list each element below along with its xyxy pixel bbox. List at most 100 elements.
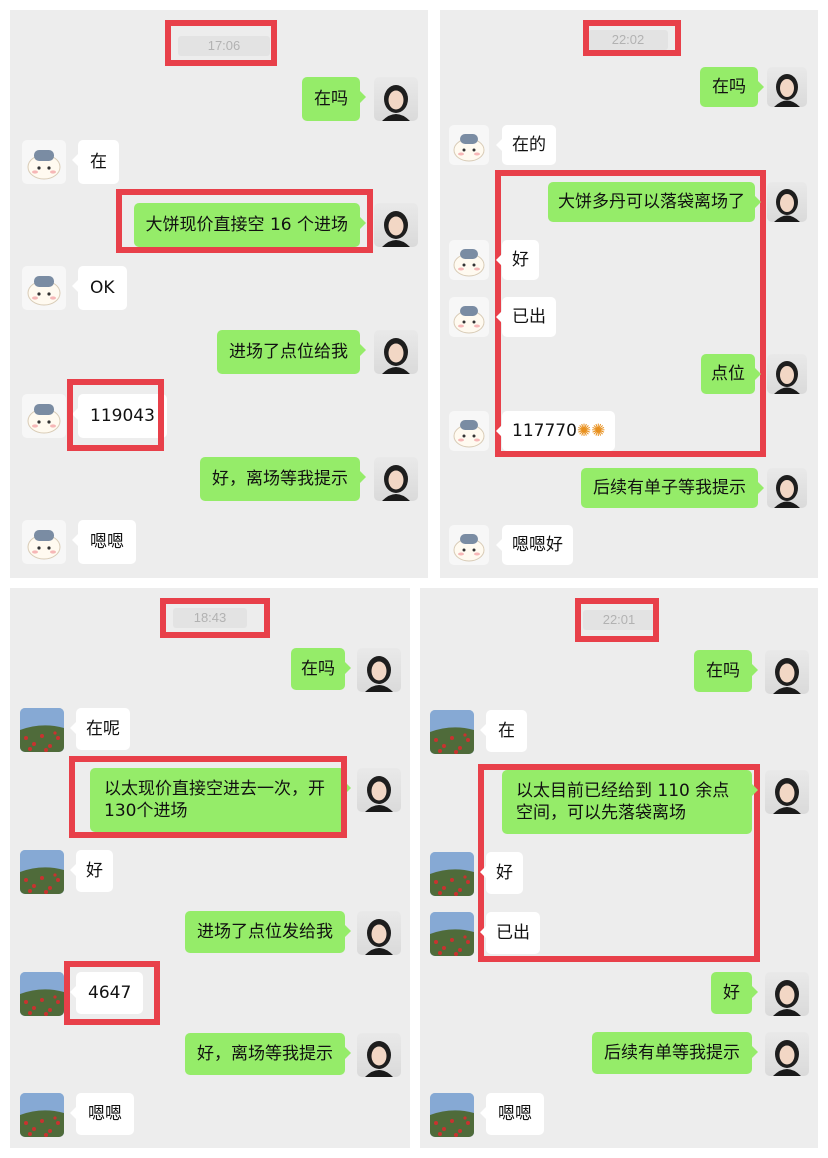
contact-avatar[interactable] [20, 708, 64, 752]
contact-avatar[interactable] [20, 972, 64, 1016]
portrait-icon [773, 658, 801, 694]
my-avatar[interactable] [767, 182, 807, 222]
message-bubble-sent[interactable]: 后续有单子等我提示 [581, 468, 764, 508]
message-bubble-sent[interactable]: 后续有单等我提示 [592, 1032, 758, 1074]
my-avatar[interactable] [374, 77, 418, 121]
timestamp-highlight [583, 20, 681, 56]
message-bubble-received[interactable]: 嗯嗯 [72, 520, 136, 564]
sheep-icon [27, 404, 61, 434]
flower-field-icon [430, 912, 474, 956]
sheep-icon [453, 306, 485, 334]
contact-avatar[interactable] [449, 297, 489, 337]
portrait-icon [382, 211, 410, 247]
sheep-icon [453, 534, 485, 562]
message-bubble-sent[interactable]: 好 [711, 972, 758, 1014]
contact-avatar[interactable] [430, 852, 474, 896]
flower-field-icon [20, 1093, 64, 1137]
message-bubble-received[interactable]: 117770✺✺ [495, 411, 616, 451]
sheep-icon [27, 530, 61, 560]
message-bubble-received[interactable]: 已出 [480, 912, 540, 954]
my-avatar[interactable] [374, 203, 418, 247]
my-avatar[interactable] [374, 330, 418, 374]
sun-emoji-icon: ✺✺ [576, 421, 606, 441]
chat-panel-1: 17:06 在吗 在 大饼现价直接空 16 个进场 OK 进场了点位给我 119… [10, 10, 428, 578]
portrait-icon [365, 656, 393, 692]
message-bubble-received[interactable]: 好 [496, 240, 539, 280]
message-bubble-sent[interactable]: 好，离场等我提示 [200, 457, 366, 501]
portrait-icon [773, 1040, 801, 1076]
message-bubble-received[interactable]: 已出 [496, 297, 556, 337]
message-bubble-received[interactable]: 嗯嗯好 [496, 525, 573, 565]
message-bubble-sent[interactable]: 在吗 [700, 67, 764, 107]
message-bubble-received[interactable]: 在呢 [70, 708, 130, 750]
message-bubble-sent[interactable]: 以太目前已经给到 110 余点空间，可以先落袋离场 [502, 770, 758, 834]
message-bubble-sent[interactable]: 在吗 [694, 650, 758, 692]
flower-field-icon [20, 708, 64, 752]
contact-avatar[interactable] [430, 710, 474, 754]
timestamp-highlight [575, 598, 659, 642]
highlight-box [69, 756, 347, 838]
portrait-icon [774, 361, 800, 394]
contact-avatar[interactable] [449, 525, 489, 565]
chat-panel-3: 18:43 在吗 在呢 以太现价直接空进去一次，开130个进场 好 进场了点位发… [10, 588, 410, 1148]
contact-avatar[interactable] [22, 394, 66, 438]
message-bubble-sent[interactable]: 点位 [701, 354, 761, 394]
portrait-icon [382, 338, 410, 374]
message-bubble-received[interactable]: OK [72, 266, 127, 310]
portrait-icon [774, 74, 800, 107]
message-bubble-sent[interactable]: 在吗 [302, 77, 366, 121]
message-bubble-received[interactable]: 嗯嗯 [70, 1093, 134, 1135]
portrait-icon [365, 919, 393, 955]
my-avatar[interactable] [357, 648, 401, 692]
flower-field-icon [20, 850, 64, 894]
my-avatar[interactable] [357, 1033, 401, 1077]
message-bubble-sent[interactable]: 进场了点位发给我 [185, 911, 351, 953]
sheep-icon [453, 134, 485, 162]
message-bubble-sent[interactable]: 好，离场等我提示 [185, 1033, 351, 1075]
contact-avatar[interactable] [20, 1093, 64, 1137]
message-bubble-received[interactable]: 在 [72, 140, 119, 184]
my-avatar[interactable] [765, 972, 809, 1016]
portrait-icon [382, 85, 410, 121]
contact-avatar[interactable] [430, 912, 474, 956]
message-text: 117770 [512, 421, 577, 441]
sheep-icon [27, 276, 61, 306]
flower-field-icon [430, 1093, 474, 1137]
sheep-icon [453, 420, 485, 448]
message-bubble-received[interactable]: 嗯嗯 [480, 1093, 544, 1135]
my-avatar[interactable] [357, 911, 401, 955]
my-avatar[interactable] [374, 457, 418, 501]
contact-avatar[interactable] [449, 240, 489, 280]
portrait-icon [773, 980, 801, 1016]
message-bubble-received[interactable]: 好 [70, 850, 113, 892]
portrait-icon [773, 778, 801, 814]
contact-avatar[interactable] [449, 125, 489, 165]
message-bubble-received[interactable]: 在 [480, 710, 527, 752]
contact-avatar[interactable] [22, 266, 66, 310]
highlight-box [116, 189, 373, 253]
portrait-icon [774, 189, 800, 222]
highlight-box [64, 961, 160, 1025]
contact-avatar[interactable] [22, 140, 66, 184]
message-bubble-sent[interactable]: 进场了点位给我 [217, 330, 366, 374]
my-avatar[interactable] [357, 768, 401, 812]
my-avatar[interactable] [765, 1032, 809, 1076]
my-avatar[interactable] [767, 468, 807, 508]
chat-panel-2: 22:02 在吗 在的 大饼多丹可以落袋离场了 好 已出 点位 117770✺✺… [440, 10, 818, 578]
chat-panel-4: 22:01 在吗 在 以太目前已经给到 110 余点空间，可以先落袋离场 好 已… [420, 588, 818, 1148]
contact-avatar[interactable] [430, 1093, 474, 1137]
timestamp-highlight [165, 20, 277, 66]
contact-avatar[interactable] [449, 411, 489, 451]
my-avatar[interactable] [765, 770, 809, 814]
my-avatar[interactable] [765, 650, 809, 694]
timestamp-highlight [160, 598, 270, 638]
message-bubble-sent[interactable]: 大饼多丹可以落袋离场了 [548, 182, 761, 222]
contact-avatar[interactable] [20, 850, 64, 894]
flower-field-icon [20, 972, 64, 1016]
contact-avatar[interactable] [22, 520, 66, 564]
message-bubble-received[interactable]: 好 [480, 852, 523, 894]
my-avatar[interactable] [767, 354, 807, 394]
my-avatar[interactable] [767, 67, 807, 107]
message-bubble-received[interactable]: 在的 [496, 125, 556, 165]
message-bubble-sent[interactable]: 在吗 [291, 648, 351, 690]
